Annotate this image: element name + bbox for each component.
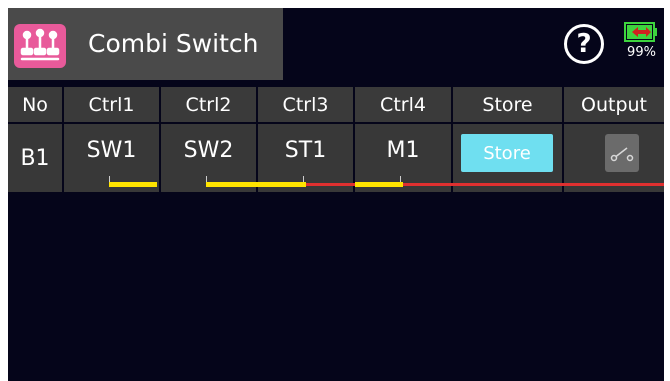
table-header-row: No Ctrl1 Ctrl2 Ctrl3 Ctrl4 Store Output	[8, 87, 664, 122]
ctrl1-indicator	[109, 182, 157, 187]
ctrl2-switch-select[interactable]: SW2	[161, 124, 258, 192]
combi-switch-icon[interactable]	[14, 24, 66, 68]
ctrl2-value: SW2	[183, 138, 234, 163]
output-switch-button[interactable]	[605, 134, 639, 172]
battery-percent: 99%	[627, 45, 656, 60]
column-header-ctrl4: Ctrl4	[355, 87, 453, 122]
title-bar: Combi Switch	[8, 8, 283, 80]
ctrl3-value: ST1	[284, 138, 327, 163]
help-icon[interactable]: ?	[564, 24, 604, 64]
column-header-ctrl2: Ctrl2	[161, 87, 258, 122]
header: Combi Switch ? 99%	[8, 8, 664, 84]
store-indicator-line	[453, 183, 564, 186]
ctrl4-switch-select[interactable]: M1	[355, 124, 453, 192]
ctrl1-switch-select[interactable]: SW1	[64, 124, 161, 192]
ctrl3-indicator	[258, 182, 306, 187]
screen: Combi Switch ? 99% No Ctrl1 Ctrl2 Ctrl3 …	[8, 8, 664, 381]
column-header-ctrl1: Ctrl1	[64, 87, 161, 122]
column-header-no: No	[8, 87, 64, 122]
output-cell	[564, 124, 664, 192]
table-row: B1 SW1 SW2 ST1 M1 Store	[8, 124, 664, 192]
switch-open-icon	[610, 147, 634, 162]
row-number: B1	[8, 124, 64, 192]
ctrl3-switch-select[interactable]: ST1	[258, 124, 355, 192]
column-header-store: Store	[453, 87, 564, 122]
page-title: Combi Switch	[88, 29, 259, 58]
battery-icon	[624, 22, 657, 42]
ctrl4-value: M1	[386, 138, 420, 163]
ctrl4-indicator	[355, 182, 403, 187]
column-header-output: Output	[581, 93, 647, 116]
ctrl1-value: SW1	[86, 138, 137, 163]
store-cell: Store	[453, 124, 564, 192]
ctrl2-indicator	[206, 182, 258, 187]
column-header-ctrl3: Ctrl3	[258, 87, 355, 122]
store-button[interactable]: Store	[461, 134, 553, 172]
combi-switch-table: No Ctrl1 Ctrl2 Ctrl3 Ctrl4 Store Output …	[8, 87, 664, 192]
output-indicator-line	[564, 183, 664, 186]
